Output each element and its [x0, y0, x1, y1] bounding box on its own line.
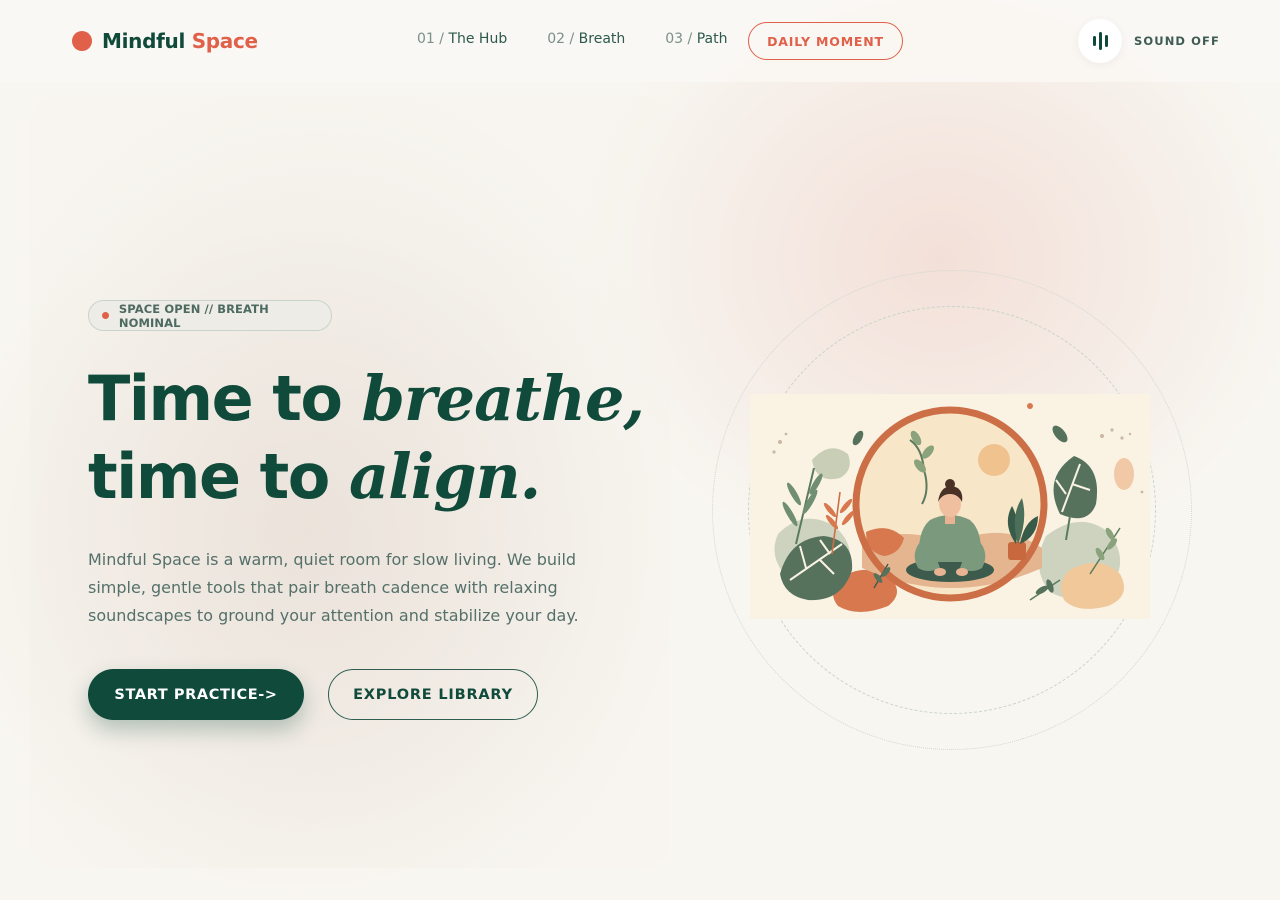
daily-moment-button[interactable]: DAILY MOMENT — [748, 22, 903, 60]
status-badge: SPACE OPEN // BREATH NOMINAL — [88, 300, 332, 331]
nav-item-path[interactable]: 03 / Path — [665, 31, 727, 47]
hero-description: Mindful Space is a warm, quiet room for … — [88, 550, 579, 625]
headline-line1-plain: Time to — [88, 362, 343, 435]
brand-logo[interactable]: Mindful Space — [72, 28, 258, 54]
headline-line1-italic: breathe, — [361, 362, 645, 435]
nav-item-breath[interactable]: 02 / Breath — [547, 31, 625, 47]
main-nav: 01 / The Hub 02 / Breath 03 / Path — [417, 31, 727, 47]
headline-line2-italic: align. — [348, 440, 541, 513]
status-dot-icon — [102, 312, 109, 319]
status-text: SPACE OPEN // BREATH NOMINAL — [118, 301, 269, 330]
brand-name-part2: Space — [191, 29, 258, 53]
brand-name-part1: Mindful — [102, 29, 186, 53]
brand-dot-icon — [72, 31, 92, 51]
sound-bars-icon — [1078, 19, 1122, 63]
nav-item-label: The Hub — [448, 31, 508, 47]
brand-name: Mindful Space — [102, 29, 258, 53]
nav-item-number: 01 / — [417, 31, 444, 47]
headline-line2-plain: time to — [88, 440, 330, 513]
start-practice-button[interactable]: START PRACTICE-> — [88, 669, 304, 720]
explore-library-button[interactable]: EXPLORE LIBRARY — [328, 669, 538, 720]
sound-label: SOUND OFF — [1134, 34, 1220, 48]
nav-item-the-hub[interactable]: 01 / The Hub — [417, 31, 507, 47]
nav-item-number: 02 / — [547, 31, 575, 47]
sound-toggle[interactable]: SOUND OFF — [1078, 19, 1220, 63]
site-header: Mindful Space 01 / The Hub 02 / Breath 0… — [0, 0, 1280, 82]
nav-item-label: Path — [696, 31, 728, 47]
meditation-illustration — [750, 394, 1150, 619]
nav-item-number: 03 / — [665, 31, 693, 47]
nav-item-label: Breath — [578, 31, 626, 47]
hero-headline: Time to breathe, time to align. — [88, 360, 648, 516]
